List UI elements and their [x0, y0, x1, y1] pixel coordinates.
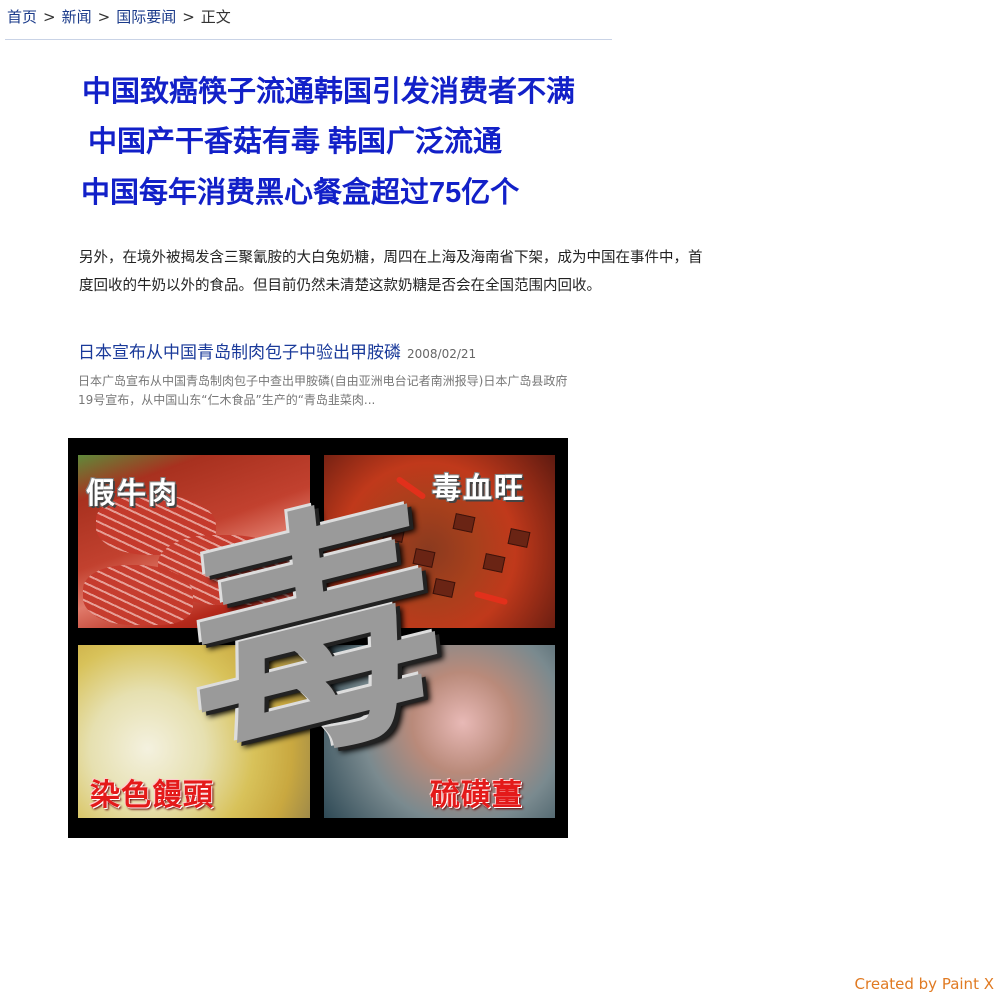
blood-cube: [507, 528, 531, 548]
blood-cube: [382, 523, 406, 543]
related-article-date: 2008/02/21: [407, 347, 477, 361]
blood-cube: [412, 548, 436, 568]
breadcrumb-separator: >: [43, 8, 56, 26]
dyed-bun-label: 染色饅頭: [90, 778, 214, 813]
breadcrumb-separator: >: [97, 8, 111, 26]
headline-3: 中国每年消费黑心餐盒超过75亿个: [81, 177, 520, 209]
chili-pepper: [473, 590, 509, 606]
breadcrumb-current: 正文: [200, 8, 231, 26]
beef-slice: [83, 565, 193, 625]
related-article-link[interactable]: 日本宣布从中国青岛制肉包子中验出甲胺磷: [78, 343, 401, 363]
breadcrumb: 首页 > 新闻 > 国际要闻 > 正文: [7, 6, 231, 28]
breadcrumb-separator: >: [182, 8, 195, 26]
article-paragraph: 另外，在境外被揭发含三聚氰胺的大白兔奶糖，周四在上海及海南省下架，成为中国在事件…: [79, 250, 703, 294]
watermark-credit: Created by Paint X: [854, 975, 994, 993]
related-article: 日本宣布从中国青岛制肉包子中验出甲胺磷 2008/02/21: [78, 340, 476, 367]
breadcrumb-divider: [5, 39, 612, 40]
blood-cube: [482, 553, 506, 573]
fake-beef-label: 假牛肉: [86, 476, 180, 510]
blood-cube: [452, 513, 476, 533]
headline-1: 中国致癌筷子流通韩国引发消费者不满: [82, 76, 576, 108]
blood-tofu-label: 毒血旺: [432, 471, 526, 505]
breadcrumb-intl-news-link[interactable]: 国际要闻: [116, 8, 176, 26]
blood-cube: [432, 578, 456, 598]
breadcrumb-news-link[interactable]: 新闻: [62, 8, 92, 26]
page: 首页 > 新闻 > 国际要闻 > 正文 中国致癌筷子流通韩国引发消费者不满 中国产干香菇有毒…: [0, 0, 1000, 1000]
headline-2: 中国产干香菇有毒 韩国广泛流通: [88, 126, 503, 158]
breadcrumb-home-link[interactable]: 首页: [7, 8, 37, 26]
sulfur-ginger-label: 硫磺薑: [430, 778, 523, 813]
chili-pepper: [395, 475, 427, 501]
chili-pepper: [353, 569, 389, 587]
related-article-summary: 日本广岛宣布从中国青岛制肉包子中查出甲胺磷(自由亚洲电台记者南洲报导)日本广岛县…: [78, 374, 568, 407]
